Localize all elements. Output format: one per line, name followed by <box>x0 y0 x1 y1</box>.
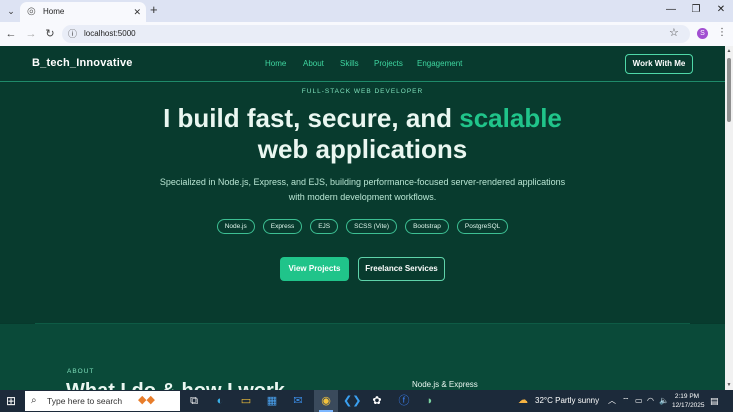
nav-link-skills[interactable]: Skills <box>340 59 359 68</box>
hero-section: FULL-STACK WEB DEVELOPER I build fast, s… <box>0 83 725 323</box>
tray-chevron-icon[interactable]: ︿ <box>608 395 616 407</box>
weather-temp: 32°C <box>535 396 553 405</box>
chip-ejs: EJS <box>310 219 339 234</box>
hero-subtitle: Specialized in Node.js, Express, and EJS… <box>0 175 725 205</box>
address-bar[interactable]: ⓘ localhost:5000 <box>62 25 690 43</box>
store-icon[interactable]: ▦ <box>264 393 280 409</box>
site-info-icon[interactable]: ⓘ <box>68 28 77 40</box>
search-placeholder: Type here to search <box>47 396 123 406</box>
app-icon[interactable]: ◗ <box>422 393 438 409</box>
facebook-icon[interactable]: ⓕ <box>396 393 412 409</box>
freelance-services-button[interactable]: Freelance Services <box>358 257 445 281</box>
subtitle-line2: with modern development workflows. <box>288 192 437 202</box>
nav-link-engagement[interactable]: Engagement <box>417 59 462 68</box>
address-url: localhost:5000 <box>84 29 136 38</box>
headline-accent: scalable <box>459 103 562 133</box>
chip-express: Express <box>262 219 303 234</box>
tab-title: Home <box>43 7 65 16</box>
bookmark-star-icon[interactable]: ☆ <box>669 26 679 39</box>
tab-search-chevron-icon[interactable]: ⌄ <box>4 4 18 18</box>
headline-part2: web applications <box>257 134 468 164</box>
network-icon[interactable]: ⌔ <box>622 395 630 407</box>
new-tab-icon[interactable]: + <box>150 3 158 17</box>
about-label: ABOUT <box>67 368 95 375</box>
weather-icon[interactable]: ☁ <box>518 394 528 408</box>
taskbar-clock[interactable]: 2:19 PM 12/17/2025 <box>672 392 705 410</box>
chip-postgresql: PostgreSQL <box>456 219 509 234</box>
file-explorer-icon[interactable]: ▭ <box>238 393 254 409</box>
search-icon: ⌕ <box>31 395 37 406</box>
clock-time: 2:19 PM <box>674 393 700 400</box>
chip-nodejs: Node.js <box>216 219 255 234</box>
clock-date: 12/17/2025 <box>672 402 705 409</box>
site-navbar: B_tech_Innovative Home About Skills Proj… <box>0 46 725 82</box>
nav-link-home[interactable]: Home <box>265 59 286 68</box>
browser-toolbar: ← → ↻ ⓘ localhost:5000 <box>0 22 733 46</box>
chip-bootstrap: Bootstrap <box>405 219 449 234</box>
weather-desc: Partly sunny <box>555 396 600 405</box>
about-section: ABOUT What I do & how I work Node.js & E… <box>0 324 725 390</box>
minimize-icon[interactable]: — <box>664 3 678 17</box>
view-projects-button[interactable]: View Projects <box>280 257 349 281</box>
hero-eyebrow: FULL-STACK WEB DEVELOPER <box>301 88 424 95</box>
edge-icon[interactable]: ◐ <box>212 393 228 409</box>
windows-taskbar: ⊞ ⌕ Type here to search ◆◆ ⧉ ◐ ▭ ▦ ✉ ◉ ❮… <box>0 390 733 412</box>
chatgpt-icon[interactable]: ✿ <box>369 393 385 409</box>
about-card-title: Node.js & Express <box>412 380 478 389</box>
back-arrow-icon[interactable]: ← <box>4 27 18 41</box>
mail-icon[interactable]: ✉ <box>290 393 306 409</box>
scroll-thumb[interactable] <box>727 58 731 122</box>
tech-chips: Node.js Express EJS SCSS (Vite) Bootstra… <box>0 219 725 234</box>
browser-tabstrip: ⌄ ◎ Home ✕ + — ❐ ✕ <box>0 0 733 22</box>
scroll-up-arrow-icon[interactable]: ▲ <box>725 48 733 54</box>
search-highlight-icon[interactable]: ◆◆ <box>138 393 155 407</box>
wifi-icon[interactable]: ◠ <box>647 395 654 407</box>
nav-link-about[interactable]: About <box>303 59 324 68</box>
close-tab-icon[interactable]: ✕ <box>133 6 141 18</box>
work-with-me-button[interactable]: Work With Me <box>625 54 693 74</box>
forward-arrow-icon[interactable]: → <box>24 27 38 41</box>
page-viewport: B_tech_Innovative Home About Skills Proj… <box>0 46 725 390</box>
reload-icon[interactable]: ↻ <box>43 27 57 41</box>
task-view-icon[interactable]: ⧉ <box>186 393 202 409</box>
chip-scss: SCSS (Vite) <box>346 219 398 234</box>
vscode-icon[interactable]: ❮❯ <box>343 393 361 409</box>
notification-icon[interactable]: ▤ <box>710 395 719 407</box>
scroll-down-arrow-icon[interactable]: ▼ <box>725 382 733 388</box>
nav-link-projects[interactable]: Projects <box>374 59 403 68</box>
weather-text[interactable]: 32°C Partly sunny <box>535 395 599 407</box>
profile-avatar[interactable]: S <box>697 28 708 39</box>
restore-icon[interactable]: ❐ <box>689 3 703 17</box>
chrome-icon[interactable]: ◉ <box>318 393 334 409</box>
headline-part1: I build fast, secure, and <box>163 103 460 133</box>
browser-tab-home[interactable]: ◎ Home ✕ <box>20 2 146 22</box>
about-heading: What I do & how I work <box>66 380 285 390</box>
battery-icon[interactable]: ▭ <box>635 395 643 407</box>
close-window-icon[interactable]: ✕ <box>714 3 728 17</box>
browser-menu-icon[interactable]: ⋮ <box>717 27 727 38</box>
page-scrollbar[interactable]: ▲ ▼ <box>725 46 733 390</box>
taskbar-search-box[interactable]: ⌕ Type here to search <box>25 391 180 411</box>
globe-icon: ◎ <box>27 6 36 17</box>
hero-headline: I build fast, secure, and scalable web a… <box>0 103 725 165</box>
subtitle-line1: Specialized in Node.js, Express, and EJS… <box>159 177 566 187</box>
brand-logo[interactable]: B_tech_Innovative <box>32 57 133 69</box>
windows-start-icon[interactable]: ⊞ <box>6 394 16 408</box>
volume-icon[interactable]: 🔈 <box>659 395 669 407</box>
